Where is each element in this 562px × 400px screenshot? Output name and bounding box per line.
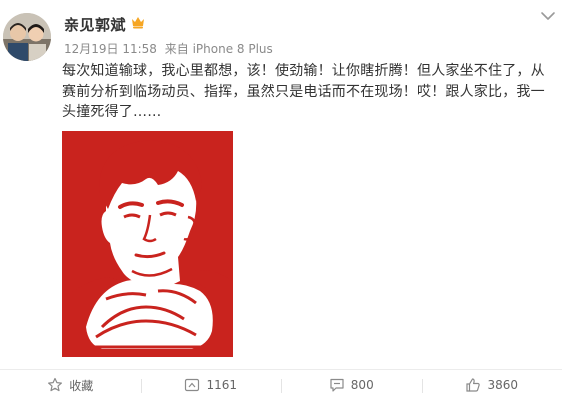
post-meta: 12月19日 11:58 来自 iPhone 8 Plus	[64, 40, 277, 57]
comment-count: 800	[350, 378, 374, 392]
like-button[interactable]: 3860	[421, 370, 562, 400]
favorite-label: 收藏	[69, 378, 94, 393]
chevron-down-icon[interactable]	[540, 10, 556, 22]
post-image[interactable]	[62, 131, 233, 357]
vip-badge-icon	[132, 17, 144, 29]
post-source: 来自 iPhone 8 Plus	[164, 42, 273, 56]
favorite-button[interactable]: 收藏	[0, 370, 141, 400]
thumbs-up-icon	[466, 378, 481, 392]
comment-button[interactable]: 800	[281, 370, 422, 400]
repost-button[interactable]: 1161	[140, 370, 282, 400]
repost-count: 1161	[206, 378, 238, 392]
repost-icon	[185, 378, 200, 392]
post-timestamp[interactable]: 12月19日 11:58	[64, 42, 157, 56]
post-text: 每次知道输球，我心里都想，该！使劲输！让你瞎折腾！但人家坐不住了，从赛前分析到临…	[62, 63, 545, 120]
action-bar: 收藏 1161 800 3860	[0, 370, 562, 400]
author-avatar[interactable]	[3, 13, 51, 61]
like-count: 3860	[487, 378, 519, 392]
comment-icon	[330, 378, 344, 392]
author-name[interactable]: 亲见郭斌	[64, 14, 126, 35]
star-icon	[48, 377, 63, 392]
